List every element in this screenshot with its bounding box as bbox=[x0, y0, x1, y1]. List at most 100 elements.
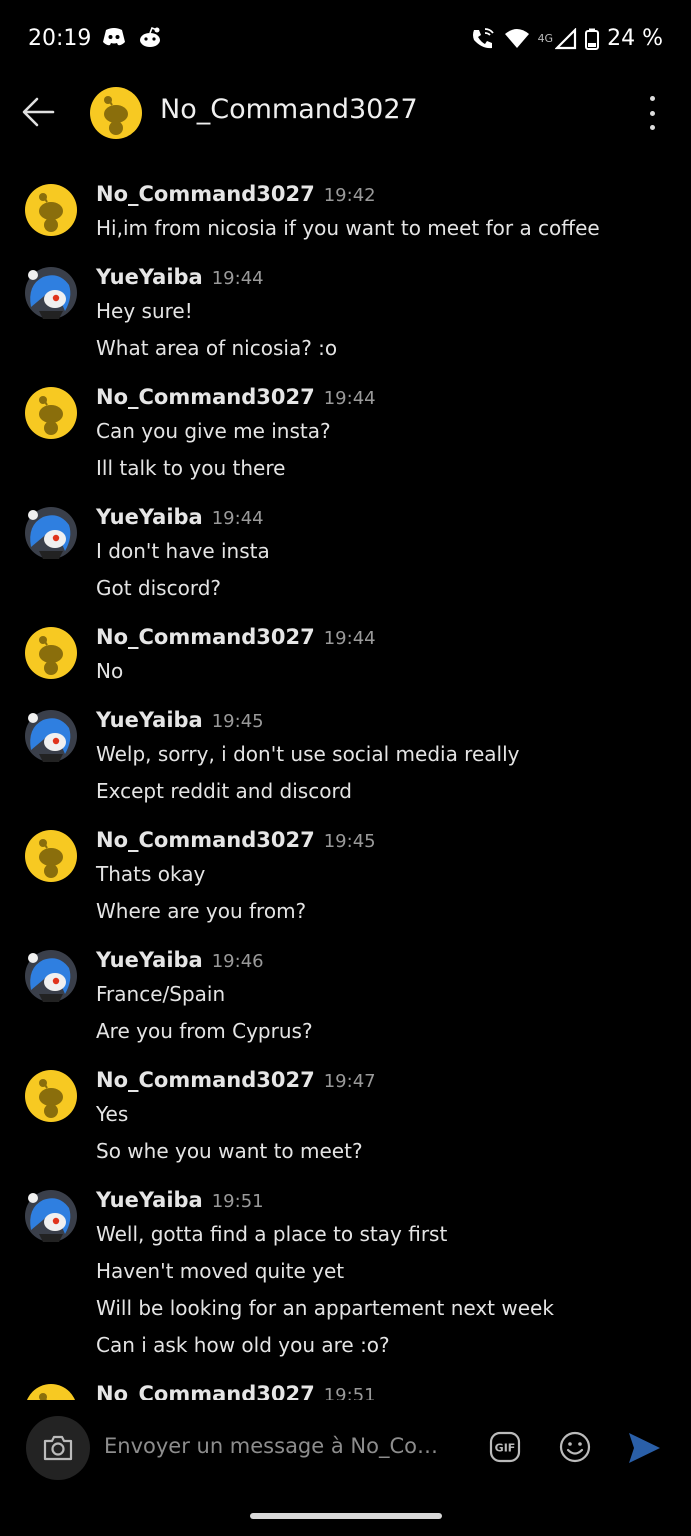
message-text[interactable]: No bbox=[96, 653, 691, 690]
message-meta: YueYaiba 19:44 bbox=[96, 505, 691, 533]
user-avatar[interactable] bbox=[25, 950, 77, 1002]
message-text[interactable]: I don't have insta bbox=[96, 533, 691, 570]
message-group: No_Command3027 19:44 No bbox=[0, 625, 691, 690]
message-text[interactable]: Well, gotta find a place to stay first bbox=[96, 1216, 691, 1253]
user-avatar[interactable] bbox=[25, 387, 77, 439]
message-text[interactable]: Where are you from? bbox=[96, 893, 691, 930]
camera-icon bbox=[43, 1435, 73, 1461]
chat-title[interactable]: No_Command3027 bbox=[160, 94, 418, 125]
message-text[interactable]: Will be looking for an appartement next … bbox=[96, 1290, 691, 1327]
back-arrow-icon[interactable] bbox=[20, 94, 56, 130]
message-lines: Thats okay Where are you from? bbox=[96, 856, 691, 930]
more-options-icon[interactable] bbox=[640, 96, 664, 130]
gif-label: GIF bbox=[495, 1442, 516, 1455]
user-avatar[interactable] bbox=[25, 267, 77, 319]
message-text[interactable]: So whe you want to meet? bbox=[96, 1133, 691, 1170]
message-group: YueYaiba 19:46 France/Spain Are you from … bbox=[0, 948, 691, 1050]
message-input[interactable]: Envoyer un message à No_Com... bbox=[104, 1434, 454, 1458]
message-author[interactable]: No_Command3027 bbox=[96, 828, 315, 852]
message-author[interactable]: YueYaiba bbox=[96, 1188, 203, 1212]
message-text[interactable]: Except reddit and discord bbox=[96, 773, 691, 810]
message-author[interactable]: No_Command3027 bbox=[96, 1382, 315, 1400]
message-author[interactable]: No_Command3027 bbox=[96, 1068, 315, 1092]
message-time: 19:44 bbox=[211, 508, 264, 529]
message-meta: No_Command3027 19:44 bbox=[96, 385, 691, 413]
message-group: No_Command3027 19:47 Yes So whe you want … bbox=[0, 1068, 691, 1170]
message-time: 19:44 bbox=[211, 268, 264, 289]
message-text[interactable]: Can i ask how old you are :o? bbox=[96, 1327, 691, 1364]
user-avatar[interactable] bbox=[25, 1384, 77, 1400]
message-author[interactable]: YueYaiba bbox=[96, 265, 203, 289]
message-meta: YueYaiba 19:46 bbox=[96, 948, 691, 976]
message-author[interactable]: No_Command3027 bbox=[96, 385, 315, 409]
message-meta: No_Command3027 19:44 bbox=[96, 625, 691, 653]
camera-button[interactable] bbox=[26, 1416, 90, 1480]
chat-header: No_Command3027 bbox=[0, 82, 691, 144]
discord-icon bbox=[103, 28, 125, 46]
message-time: 19:47 bbox=[323, 1071, 376, 1092]
user-avatar[interactable] bbox=[25, 710, 77, 762]
message-text[interactable]: Yes bbox=[96, 1096, 691, 1133]
user-avatar[interactable] bbox=[25, 830, 77, 882]
message-time: 19:51 bbox=[211, 1191, 264, 1212]
message-text[interactable]: France/Spain bbox=[96, 976, 691, 1013]
message-meta: No_Command3027 19:51 bbox=[96, 1382, 691, 1400]
message-meta: YueYaiba 19:44 bbox=[96, 265, 691, 293]
message-lines: Well, gotta find a place to stay first Ha… bbox=[96, 1216, 691, 1364]
battery-level: 24 % bbox=[607, 26, 663, 51]
message-author[interactable]: No_Command3027 bbox=[96, 625, 315, 649]
status-bar: 20:19 4G 24 % bbox=[0, 0, 691, 82]
message-lines: Hi,im from nicosia if you want to meet f… bbox=[96, 210, 691, 247]
message-author[interactable]: YueYaiba bbox=[96, 505, 203, 529]
user-avatar[interactable] bbox=[25, 1190, 77, 1242]
home-indicator[interactable] bbox=[250, 1513, 442, 1519]
network-type: 4G bbox=[537, 32, 554, 45]
message-author[interactable]: YueYaiba bbox=[96, 708, 203, 732]
message-time: 19:44 bbox=[323, 628, 376, 649]
message-text[interactable]: Thats okay bbox=[96, 856, 691, 893]
message-lines: Can you give me insta? Ill talk to you th… bbox=[96, 413, 691, 487]
wifi-call-icon bbox=[472, 27, 494, 48]
send-icon[interactable] bbox=[626, 1430, 662, 1466]
message-group: No_Command3027 19:42 Hi,im from nicosia … bbox=[0, 182, 691, 247]
message-lines: No bbox=[96, 653, 691, 690]
message-text[interactable]: Can you give me insta? bbox=[96, 413, 691, 450]
message-lines: Hey sure! What area of nicosia? :o bbox=[96, 293, 691, 367]
message-text[interactable]: Hi,im from nicosia if you want to meet f… bbox=[96, 210, 691, 247]
message-author[interactable]: YueYaiba bbox=[96, 948, 203, 972]
signal-icon bbox=[555, 27, 577, 49]
message-lines: Welp, sorry, i don't use social media re… bbox=[96, 736, 691, 810]
gif-icon[interactable]: GIF bbox=[488, 1430, 522, 1464]
message-text[interactable]: What area of nicosia? :o bbox=[96, 330, 691, 367]
user-avatar[interactable] bbox=[25, 507, 77, 559]
message-text[interactable]: Got discord? bbox=[96, 570, 691, 607]
user-avatar[interactable] bbox=[25, 1070, 77, 1122]
message-composer: Envoyer un message à No_Com... GIF bbox=[0, 1406, 691, 1494]
message-lines: Yes So whe you want to meet? bbox=[96, 1096, 691, 1170]
message-text[interactable]: Welp, sorry, i don't use social media re… bbox=[96, 736, 691, 773]
message-text[interactable]: Ill talk to you there bbox=[96, 450, 691, 487]
message-group: No_Command3027 19:44 Can you give me ins… bbox=[0, 385, 691, 487]
message-author[interactable]: No_Command3027 bbox=[96, 182, 315, 206]
message-meta: No_Command3027 19:45 bbox=[96, 828, 691, 856]
emoji-icon[interactable] bbox=[558, 1430, 592, 1464]
message-group: YueYaiba 19:45 Welp, sorry, i don't use … bbox=[0, 708, 691, 810]
user-avatar[interactable] bbox=[25, 627, 77, 679]
message-group: YueYaiba 19:44 I don't have insta Got dis… bbox=[0, 505, 691, 607]
message-time: 19:44 bbox=[323, 388, 376, 409]
message-group: YueYaiba 19:44 Hey sure! What area of nic… bbox=[0, 265, 691, 367]
header-avatar[interactable] bbox=[90, 87, 142, 139]
user-avatar[interactable] bbox=[25, 184, 77, 236]
message-group: No_Command3027 19:45 Thats okay Where are… bbox=[0, 828, 691, 930]
message-time: 19:51 bbox=[323, 1385, 376, 1400]
message-text[interactable]: Haven't moved quite yet bbox=[96, 1253, 691, 1290]
battery-icon bbox=[585, 28, 600, 50]
message-lines: France/Spain Are you from Cyprus? bbox=[96, 976, 691, 1050]
message-text[interactable]: Hey sure! bbox=[96, 293, 691, 330]
message-meta: YueYaiba 19:45 bbox=[96, 708, 691, 736]
message-text[interactable]: Are you from Cyprus? bbox=[96, 1013, 691, 1050]
reddit-icon bbox=[140, 26, 160, 47]
message-lines: I don't have insta Got discord? bbox=[96, 533, 691, 607]
message-group: No_Command3027 19:51 bbox=[0, 1382, 691, 1400]
notification-icons bbox=[102, 26, 162, 48]
